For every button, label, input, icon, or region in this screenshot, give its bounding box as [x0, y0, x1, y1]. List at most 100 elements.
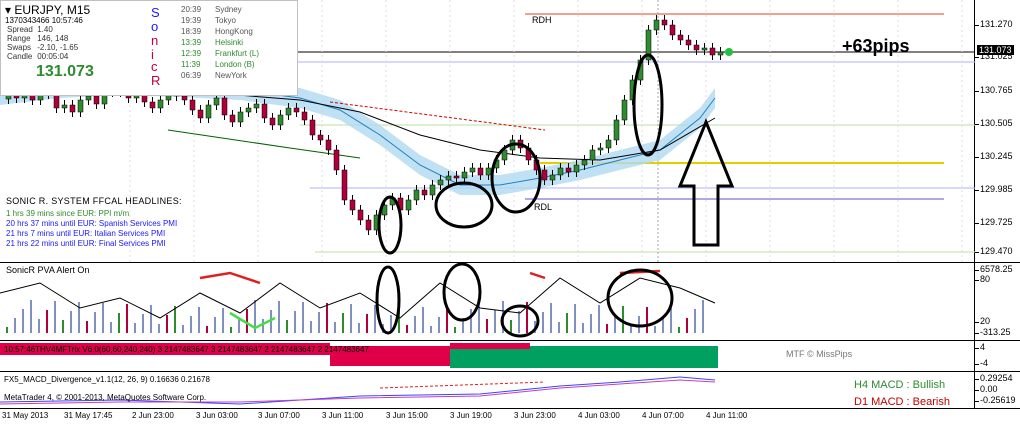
candle-body — [429, 184, 436, 196]
candle-body — [285, 107, 292, 116]
pva-volume-bar — [214, 317, 216, 333]
annotation-ellipse — [375, 265, 401, 335]
candle-body — [277, 114, 284, 126]
candle-body — [53, 93, 60, 109]
pva-volume-bar — [358, 323, 360, 333]
pva-volume-bar — [302, 302, 304, 333]
candle-body — [341, 169, 348, 201]
time-tick: 3 Jun 15:00 — [386, 411, 428, 420]
pva-volume-bar — [542, 312, 544, 333]
candle-body — [357, 209, 364, 221]
pva-red-segment — [199, 271, 261, 285]
price-tick: 130.245 — [975, 151, 1013, 161]
candle-body — [213, 97, 220, 106]
news-headline: 20 hrs 37 mins until EUR: Spanish Servic… — [6, 219, 178, 228]
candle-body — [485, 167, 492, 176]
market-session-row: 19:39 Tokyo — [181, 16, 236, 25]
pva-volume-bar — [94, 312, 96, 333]
news-headline: 21 hrs 22 mins until EUR: Final Services… — [6, 239, 166, 248]
price-tick: 129.985 — [975, 184, 1013, 194]
pva-green-segment — [229, 311, 276, 330]
candle-body — [669, 24, 676, 36]
pva-volume-bar — [438, 317, 440, 333]
macd-plot-area[interactable]: FX5_MACD_Divergence_v1.1(12, 26, 9) 0.16… — [0, 372, 975, 408]
pva-volume-bar — [206, 326, 208, 333]
main-plot-area[interactable]: ▾ EURJPY, M15 1370343466 10:57:46 Spread… — [0, 0, 975, 263]
pva-volume-bar — [6, 327, 8, 333]
macd-label: FX5_MACD_Divergence_v1.1(12, 26, 9) 0.16… — [4, 375, 210, 384]
pva-volume-bar — [126, 304, 128, 333]
pva-volume-bar — [294, 311, 296, 333]
candle-body — [301, 111, 308, 121]
candle-body — [85, 95, 92, 101]
pva-volume-bar — [190, 316, 192, 333]
pva-volume-bar — [86, 321, 88, 333]
price-tick: 129.725 — [975, 217, 1013, 227]
market-session-row: 18:39 HongKong — [181, 27, 253, 36]
pva-volume-bar — [694, 309, 696, 333]
trix-axis[interactable]: 4 -4 — [974, 341, 1020, 371]
candle-body — [61, 104, 68, 109]
pva-volume-bar — [286, 320, 288, 333]
macd-tick: -0.25619 — [975, 395, 1016, 405]
candle-body — [245, 107, 252, 113]
pva-volume-bar — [310, 321, 312, 333]
main-chart-pane[interactable]: ▾ EURJPY, M15 1370343466 10:57:46 Spread… — [0, 0, 1020, 263]
pva-volume-bar — [14, 318, 16, 333]
market-session-row: 06:39 NewYork — [181, 71, 247, 80]
pva-volume-bar — [678, 327, 680, 333]
pva-volume-bar — [374, 305, 376, 333]
pva-plot-area[interactable]: SonicR PVA Alert On — [0, 263, 975, 340]
time-tick: 3 Jun 19:00 — [450, 411, 492, 420]
candle-body — [621, 99, 628, 121]
pva-volume-bar — [150, 305, 152, 333]
candle-body — [445, 175, 452, 181]
pva-volume-bar — [590, 314, 592, 333]
headlines-title: SONIC R. SYSTEM FFCAL HEADLINES: — [6, 196, 182, 206]
candle-body — [461, 171, 468, 179]
current-price-display: 131.073 — [36, 63, 94, 80]
pva-volume-bar — [406, 325, 408, 333]
info-row-candle: Candle 00:05:04 — [7, 52, 69, 61]
rdl-label: RDL — [534, 202, 553, 212]
macd-axis[interactable]: 0.29254 0.00 -0.25619 — [975, 372, 1020, 408]
price-tick: 131.270 — [975, 19, 1013, 29]
pva-volume-bar — [654, 326, 656, 333]
pva-volume-bar — [278, 301, 280, 333]
trix-plot-area[interactable]: 10:57:46THV4MFTrix V6.0(60,60,240,240) 3… — [0, 341, 975, 371]
candle-body — [605, 139, 612, 149]
pva-volume-bar — [198, 307, 200, 333]
pva-indicator-pane[interactable]: SonicR PVA Alert On 6578.25 80 20 -313.2… — [0, 263, 1020, 341]
trix-label: 10:57:46THV4MFTrix V6.0(60,60,240,240) 3… — [4, 345, 369, 354]
macd-tick: 0.00 — [975, 384, 998, 394]
pva-tick: 6578.25 — [975, 264, 1013, 274]
sonic-letter: S — [151, 5, 160, 20]
symbol-title: ▾ EURJPY, M15 — [5, 3, 91, 17]
candle-body — [549, 174, 556, 181]
candle-body — [293, 107, 300, 113]
pva-volume-bar — [342, 313, 344, 333]
pva-volume-bar — [622, 306, 624, 333]
d1-macd-status: D1 MACD : Bearish — [854, 396, 950, 408]
candle-body — [261, 103, 268, 119]
pva-volume-bar — [550, 303, 552, 333]
pva-volume-bar — [510, 320, 512, 333]
macd-indicator-pane[interactable]: FX5_MACD_Divergence_v1.1(12, 26, 9) 0.16… — [0, 372, 1020, 409]
pva-volume-bar — [430, 326, 432, 333]
pva-axis[interactable]: 6578.25 80 20 -313.25 — [974, 263, 1020, 340]
candle-body — [477, 167, 484, 176]
trix-indicator-pane[interactable]: 10:57:46THV4MFTrix V6.0(60,60,240,240) 3… — [0, 341, 1020, 372]
pva-volume-bar — [110, 322, 112, 333]
time-axis[interactable]: 31 May 2013 31 May 17:45 2 Jun 23:00 3 J… — [0, 409, 1020, 424]
pva-volume-bar — [702, 300, 704, 333]
time-tick: 3 Jun 07:00 — [258, 411, 300, 420]
pva-volume-bar — [222, 308, 224, 333]
pva-volume-bar — [166, 315, 168, 333]
candle-body — [189, 99, 196, 111]
pva-red-segment — [529, 269, 661, 280]
rdh-label: RDH — [532, 15, 552, 25]
pva-tick: 20 — [974, 316, 991, 326]
candle-body — [693, 44, 700, 51]
price-axis[interactable]: 131.270 131.025 130.765 130.505 130.245 … — [975, 0, 1020, 262]
candle-body — [653, 19, 660, 31]
